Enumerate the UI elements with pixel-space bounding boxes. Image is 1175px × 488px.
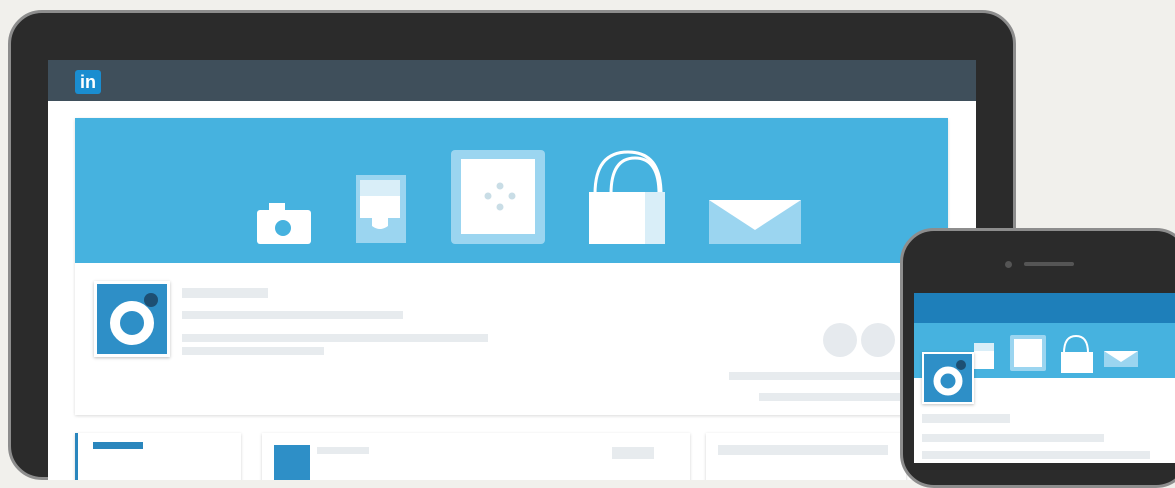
sidebar-title-placeholder <box>93 442 143 449</box>
feed-title-placeholder <box>317 447 369 454</box>
tablet-screen: in <box>48 60 976 480</box>
follower-avatar <box>823 323 857 357</box>
followers-placeholder-2 <box>759 393 909 401</box>
phone-screen <box>914 293 1175 463</box>
tagline-placeholder <box>182 311 403 319</box>
feed-action-placeholder <box>612 447 654 459</box>
company-logo-icon[interactable] <box>94 281 170 357</box>
phone-company-logo-icon <box>922 352 974 404</box>
banner-illustration <box>257 150 801 244</box>
camera-icon <box>257 203 311 244</box>
top-navbar: in <box>48 60 976 101</box>
shopping-bag-icon <box>589 150 665 244</box>
cover-banner <box>75 118 948 263</box>
linkedin-logo[interactable]: in <box>75 70 101 94</box>
phone-navbar <box>914 293 1175 323</box>
details-placeholder-2 <box>182 347 324 355</box>
cup-icon <box>356 175 406 243</box>
details-placeholder <box>182 334 488 342</box>
follower-avatar <box>861 323 895 357</box>
company-name-placeholder <box>182 288 268 298</box>
box-icon <box>451 150 545 244</box>
phone-camera <box>1005 261 1012 268</box>
phone-tagline-placeholder <box>922 434 1104 442</box>
company-page-card <box>75 118 948 461</box>
phone-name-placeholder <box>922 414 1010 423</box>
phone-details-placeholder <box>922 451 1150 459</box>
right-card-placeholder <box>718 445 888 455</box>
phone-speaker <box>1024 262 1074 266</box>
envelope-icon <box>709 200 801 244</box>
followers-placeholder <box>729 372 909 380</box>
feed-logo-icon <box>274 445 310 480</box>
